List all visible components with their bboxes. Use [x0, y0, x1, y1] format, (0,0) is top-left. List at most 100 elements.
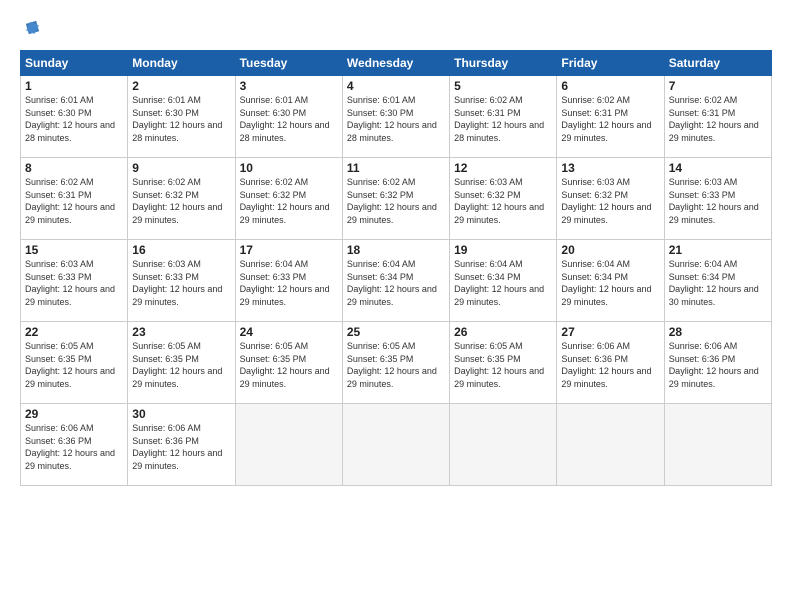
logo-icon	[20, 18, 42, 40]
day-number: 12	[454, 161, 552, 175]
table-row	[342, 404, 449, 486]
table-row: 29Sunrise: 6:06 AMSunset: 6:36 PMDayligh…	[21, 404, 128, 486]
calendar-header-saturday: Saturday	[664, 51, 771, 76]
day-number: 30	[132, 407, 230, 421]
calendar-header-monday: Monday	[128, 51, 235, 76]
day-number: 25	[347, 325, 445, 339]
day-number: 1	[25, 79, 123, 93]
day-info: Sunrise: 6:01 AMSunset: 6:30 PMDaylight:…	[347, 94, 445, 144]
table-row	[450, 404, 557, 486]
day-number: 19	[454, 243, 552, 257]
table-row: 5Sunrise: 6:02 AMSunset: 6:31 PMDaylight…	[450, 76, 557, 158]
day-number: 8	[25, 161, 123, 175]
calendar-week-row: 29Sunrise: 6:06 AMSunset: 6:36 PMDayligh…	[21, 404, 772, 486]
day-info: Sunrise: 6:04 AMSunset: 6:34 PMDaylight:…	[454, 258, 552, 308]
day-info: Sunrise: 6:06 AMSunset: 6:36 PMDaylight:…	[669, 340, 767, 390]
day-info: Sunrise: 6:04 AMSunset: 6:34 PMDaylight:…	[347, 258, 445, 308]
table-row: 25Sunrise: 6:05 AMSunset: 6:35 PMDayligh…	[342, 322, 449, 404]
day-info: Sunrise: 6:05 AMSunset: 6:35 PMDaylight:…	[347, 340, 445, 390]
calendar-header-tuesday: Tuesday	[235, 51, 342, 76]
table-row	[235, 404, 342, 486]
table-row: 1Sunrise: 6:01 AMSunset: 6:30 PMDaylight…	[21, 76, 128, 158]
table-row: 13Sunrise: 6:03 AMSunset: 6:32 PMDayligh…	[557, 158, 664, 240]
calendar-week-row: 15Sunrise: 6:03 AMSunset: 6:33 PMDayligh…	[21, 240, 772, 322]
table-row: 15Sunrise: 6:03 AMSunset: 6:33 PMDayligh…	[21, 240, 128, 322]
day-info: Sunrise: 6:04 AMSunset: 6:34 PMDaylight:…	[669, 258, 767, 308]
calendar-table: SundayMondayTuesdayWednesdayThursdayFrid…	[20, 50, 772, 486]
day-number: 24	[240, 325, 338, 339]
day-number: 23	[132, 325, 230, 339]
day-info: Sunrise: 6:05 AMSunset: 6:35 PMDaylight:…	[240, 340, 338, 390]
day-info: Sunrise: 6:06 AMSunset: 6:36 PMDaylight:…	[132, 422, 230, 472]
day-number: 20	[561, 243, 659, 257]
day-number: 11	[347, 161, 445, 175]
day-info: Sunrise: 6:01 AMSunset: 6:30 PMDaylight:…	[240, 94, 338, 144]
table-row: 24Sunrise: 6:05 AMSunset: 6:35 PMDayligh…	[235, 322, 342, 404]
day-info: Sunrise: 6:06 AMSunset: 6:36 PMDaylight:…	[25, 422, 123, 472]
table-row: 23Sunrise: 6:05 AMSunset: 6:35 PMDayligh…	[128, 322, 235, 404]
table-row	[664, 404, 771, 486]
day-info: Sunrise: 6:02 AMSunset: 6:31 PMDaylight:…	[454, 94, 552, 144]
day-number: 29	[25, 407, 123, 421]
day-info: Sunrise: 6:01 AMSunset: 6:30 PMDaylight:…	[25, 94, 123, 144]
table-row: 18Sunrise: 6:04 AMSunset: 6:34 PMDayligh…	[342, 240, 449, 322]
logo	[20, 18, 44, 40]
day-number: 9	[132, 161, 230, 175]
day-number: 28	[669, 325, 767, 339]
calendar-page: SundayMondayTuesdayWednesdayThursdayFrid…	[0, 0, 792, 612]
table-row: 10Sunrise: 6:02 AMSunset: 6:32 PMDayligh…	[235, 158, 342, 240]
day-info: Sunrise: 6:04 AMSunset: 6:34 PMDaylight:…	[561, 258, 659, 308]
day-number: 2	[132, 79, 230, 93]
calendar-week-row: 1Sunrise: 6:01 AMSunset: 6:30 PMDaylight…	[21, 76, 772, 158]
calendar-week-row: 8Sunrise: 6:02 AMSunset: 6:31 PMDaylight…	[21, 158, 772, 240]
table-row: 20Sunrise: 6:04 AMSunset: 6:34 PMDayligh…	[557, 240, 664, 322]
calendar-header-row: SundayMondayTuesdayWednesdayThursdayFrid…	[21, 51, 772, 76]
day-info: Sunrise: 6:01 AMSunset: 6:30 PMDaylight:…	[132, 94, 230, 144]
day-number: 21	[669, 243, 767, 257]
day-info: Sunrise: 6:03 AMSunset: 6:33 PMDaylight:…	[25, 258, 123, 308]
table-row: 3Sunrise: 6:01 AMSunset: 6:30 PMDaylight…	[235, 76, 342, 158]
day-info: Sunrise: 6:03 AMSunset: 6:32 PMDaylight:…	[561, 176, 659, 226]
table-row: 8Sunrise: 6:02 AMSunset: 6:31 PMDaylight…	[21, 158, 128, 240]
day-info: Sunrise: 6:02 AMSunset: 6:32 PMDaylight:…	[132, 176, 230, 226]
calendar-header-friday: Friday	[557, 51, 664, 76]
table-row: 6Sunrise: 6:02 AMSunset: 6:31 PMDaylight…	[557, 76, 664, 158]
day-info: Sunrise: 6:05 AMSunset: 6:35 PMDaylight:…	[132, 340, 230, 390]
day-number: 16	[132, 243, 230, 257]
table-row: 16Sunrise: 6:03 AMSunset: 6:33 PMDayligh…	[128, 240, 235, 322]
calendar-header-wednesday: Wednesday	[342, 51, 449, 76]
table-row	[557, 404, 664, 486]
day-number: 7	[669, 79, 767, 93]
calendar-header-sunday: Sunday	[21, 51, 128, 76]
table-row: 21Sunrise: 6:04 AMSunset: 6:34 PMDayligh…	[664, 240, 771, 322]
calendar-week-row: 22Sunrise: 6:05 AMSunset: 6:35 PMDayligh…	[21, 322, 772, 404]
day-info: Sunrise: 6:02 AMSunset: 6:32 PMDaylight:…	[240, 176, 338, 226]
table-row: 14Sunrise: 6:03 AMSunset: 6:33 PMDayligh…	[664, 158, 771, 240]
table-row: 7Sunrise: 6:02 AMSunset: 6:31 PMDaylight…	[664, 76, 771, 158]
table-row: 19Sunrise: 6:04 AMSunset: 6:34 PMDayligh…	[450, 240, 557, 322]
day-number: 10	[240, 161, 338, 175]
table-row: 17Sunrise: 6:04 AMSunset: 6:33 PMDayligh…	[235, 240, 342, 322]
day-number: 14	[669, 161, 767, 175]
day-number: 5	[454, 79, 552, 93]
day-info: Sunrise: 6:03 AMSunset: 6:33 PMDaylight:…	[132, 258, 230, 308]
day-info: Sunrise: 6:06 AMSunset: 6:36 PMDaylight:…	[561, 340, 659, 390]
table-row: 28Sunrise: 6:06 AMSunset: 6:36 PMDayligh…	[664, 322, 771, 404]
table-row: 12Sunrise: 6:03 AMSunset: 6:32 PMDayligh…	[450, 158, 557, 240]
calendar-header-thursday: Thursday	[450, 51, 557, 76]
day-number: 17	[240, 243, 338, 257]
table-row: 11Sunrise: 6:02 AMSunset: 6:32 PMDayligh…	[342, 158, 449, 240]
day-number: 6	[561, 79, 659, 93]
day-info: Sunrise: 6:03 AMSunset: 6:33 PMDaylight:…	[669, 176, 767, 226]
table-row: 9Sunrise: 6:02 AMSunset: 6:32 PMDaylight…	[128, 158, 235, 240]
day-info: Sunrise: 6:03 AMSunset: 6:32 PMDaylight:…	[454, 176, 552, 226]
table-row: 2Sunrise: 6:01 AMSunset: 6:30 PMDaylight…	[128, 76, 235, 158]
table-row: 22Sunrise: 6:05 AMSunset: 6:35 PMDayligh…	[21, 322, 128, 404]
table-row: 27Sunrise: 6:06 AMSunset: 6:36 PMDayligh…	[557, 322, 664, 404]
table-row: 30Sunrise: 6:06 AMSunset: 6:36 PMDayligh…	[128, 404, 235, 486]
day-info: Sunrise: 6:04 AMSunset: 6:33 PMDaylight:…	[240, 258, 338, 308]
day-number: 3	[240, 79, 338, 93]
day-info: Sunrise: 6:02 AMSunset: 6:31 PMDaylight:…	[561, 94, 659, 144]
table-row: 26Sunrise: 6:05 AMSunset: 6:35 PMDayligh…	[450, 322, 557, 404]
day-number: 15	[25, 243, 123, 257]
